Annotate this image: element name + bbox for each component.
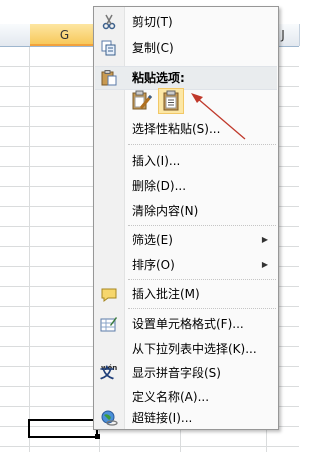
format-cells-icon	[100, 316, 118, 332]
menu-item-label: 选择性粘贴(S)...	[132, 122, 221, 136]
menu-item-label: 清除内容(N)	[132, 204, 199, 218]
menu-item-sort[interactable]: 排序(O) ▶	[94, 254, 278, 276]
paste-keep-formatting-button[interactable]	[129, 88, 155, 114]
menu-item-label: 复制(C)	[132, 41, 174, 55]
hyperlink-globe-icon	[100, 410, 118, 426]
menu-item-format-cells[interactable]: 设置单元格格式(F)...	[94, 313, 278, 335]
menu-item-label: 定义名称(A)...	[132, 390, 210, 404]
menu-item-label: 剪切(T)	[132, 15, 173, 29]
fill-handle[interactable]	[95, 434, 100, 439]
submenu-arrow-icon: ▶	[261, 235, 268, 244]
menu-item-insert-comment[interactable]: 插入批注(M)	[94, 283, 278, 305]
menu-separator	[128, 279, 276, 280]
menu-item-pick-from-list[interactable]: 从下拉列表中选择(K)...	[94, 338, 278, 360]
comment-icon	[100, 286, 118, 302]
menu-item-label: 插入(I)...	[132, 154, 181, 168]
menu-item-label: 筛选(E)	[132, 233, 173, 247]
menu-item-insert[interactable]: 插入(I)...	[94, 150, 278, 172]
scissors-icon	[100, 14, 118, 30]
menu-separator	[128, 144, 276, 145]
menu-item-label: 排序(O)	[132, 258, 175, 272]
menu-item-copy[interactable]: 复制(C)	[94, 37, 278, 59]
copy-icon	[100, 40, 118, 56]
menu-separator	[128, 225, 276, 226]
menu-item-paste-special[interactable]: 选择性粘贴(S)...	[94, 118, 278, 140]
menu-item-label: 从下拉列表中选择(K)...	[132, 342, 257, 356]
menu-item-label: 设置单元格格式(F)...	[132, 317, 244, 331]
menu-item-delete[interactable]: 删除(D)...	[94, 175, 278, 197]
menu-item-label: 插入批注(M)	[132, 287, 200, 301]
menu-item-label: 超链接(I)...	[132, 411, 193, 425]
menu-item-cut[interactable]: 剪切(T)	[94, 11, 278, 33]
paste-options-header: 粘贴选项:	[95, 66, 277, 90]
submenu-arrow-icon: ▶	[261, 260, 268, 269]
menu-item-label: 显示拼音字段(S)	[132, 366, 221, 380]
menu-item-filter[interactable]: 筛选(E) ▶	[94, 229, 278, 251]
paste-options-title: 粘贴选项:	[132, 71, 185, 85]
menu-separator	[128, 308, 276, 309]
active-cell[interactable]	[28, 419, 98, 438]
menu-item-define-name[interactable]: 定义名称(A)...	[94, 386, 278, 408]
column-header-g[interactable]: G	[30, 24, 100, 46]
context-menu: 剪切(T) 复制(C) 粘贴选项: 选择性粘贴(S)... 插入(I)... 删…	[93, 6, 279, 430]
menu-item-hyperlink[interactable]: 超链接(I)...	[94, 407, 278, 429]
paste-values-icon	[163, 90, 179, 111]
paste-values-button[interactable]	[158, 88, 184, 114]
menu-item-clear-contents[interactable]: 清除内容(N)	[94, 200, 278, 222]
paste-format-icon	[132, 90, 153, 110]
phonetic-icon: wén 文	[100, 364, 118, 382]
menu-item-label: 删除(D)...	[132, 179, 187, 193]
menu-item-show-phonetic[interactable]: wén 文 显示拼音字段(S)	[94, 362, 278, 384]
clipboard-icon	[100, 70, 118, 86]
